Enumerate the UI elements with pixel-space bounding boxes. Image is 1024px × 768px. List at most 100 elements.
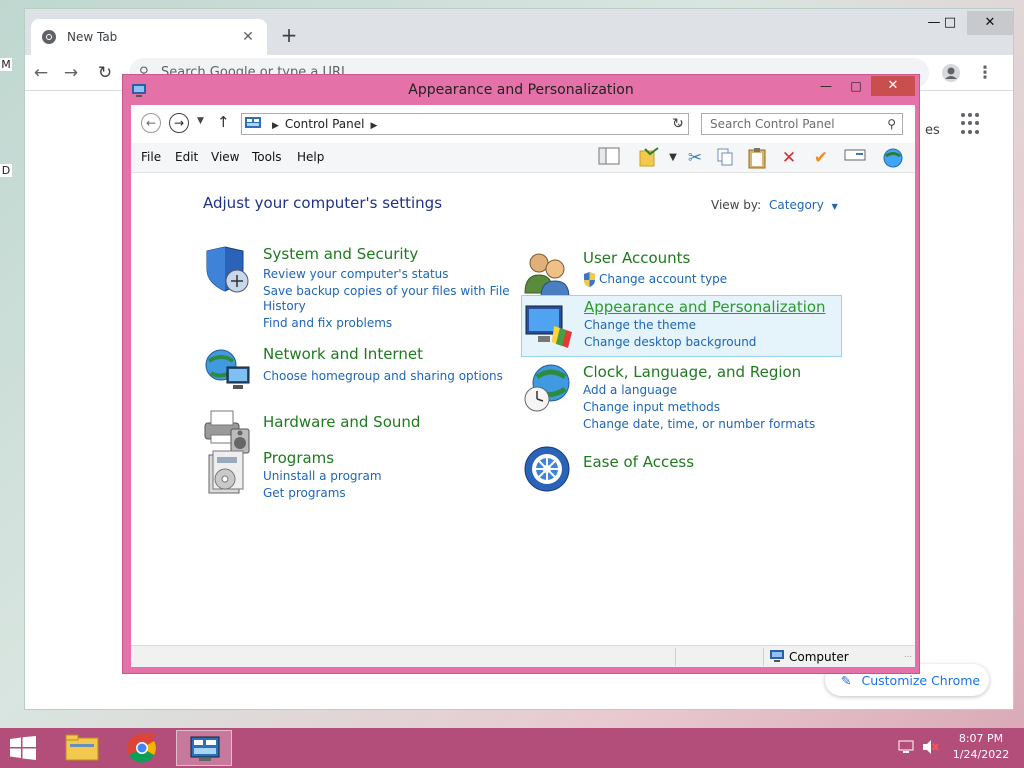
cp-maximize-icon[interactable]: □ [841,76,871,96]
network-globe-icon [205,349,250,389]
users-icon [524,253,570,298]
category-title[interactable]: Appearance and Personalization [584,298,826,316]
cut-icon[interactable]: ✂ [683,147,707,169]
chrome-tab-new-tab[interactable]: New Tab ✕ [31,19,267,55]
printer-speaker-icon [204,410,250,454]
windows-start-icon[interactable] [10,736,36,760]
menu-file[interactable]: File [141,150,161,164]
up-arrow-icon[interactable]: ↑ [217,113,230,131]
status-bar: Computer ⋯ [131,645,915,667]
taskbar-chrome[interactable] [114,730,170,766]
refresh-icon[interactable]: ↻ [667,113,689,135]
reload-icon[interactable]: ↻ [93,61,117,85]
breadcrumb-separator-icon[interactable]: ▶ [371,121,378,131]
search-control-panel-input[interactable]: Search Control Panel ⚲ [701,113,903,135]
desktop-icon-fragment: D [0,164,12,177]
link-save-backup-cont[interactable]: History [263,299,306,313]
forward-button[interactable]: → [169,113,189,133]
category-title[interactable]: Hardware and Sound [263,413,420,431]
category-title[interactable]: User Accounts [583,249,690,267]
category-title[interactable]: Network and Internet [263,345,423,363]
chrome-menu-icon[interactable]: ⋮ [973,61,997,85]
status-divider [675,648,676,666]
paste-icon[interactable] [745,147,769,169]
view-by-dropdown[interactable]: Category ▼ [769,198,838,212]
window-title: Appearance and Personalization [408,82,634,98]
taskbar-control-panel[interactable] [176,730,232,766]
link-save-backup[interactable]: Save backup copies of your files with Fi… [263,284,510,298]
link-change-theme[interactable]: Change the theme [584,318,696,332]
chrome-logo-icon [127,733,156,763]
globe-toolbar-icon[interactable] [881,147,905,169]
cp-close-icon[interactable]: ✕ [871,76,915,96]
clock-date: 1/24/2022 [952,748,1010,761]
back-arrow-icon[interactable]: ← [29,61,53,85]
breadcrumb-control-panel[interactable]: Control Panel [285,117,365,131]
volume-muted-icon[interactable] [920,739,940,768]
copy-icon[interactable] [713,147,737,169]
link-input-methods[interactable]: Change input methods [583,400,720,414]
delete-icon[interactable]: ✕ [777,147,801,169]
link-change-account-type[interactable]: Change account type [583,272,728,287]
computer-icon [770,650,784,662]
address-bar[interactable]: ▶ Control Panel ▶ ⌄ [241,113,689,135]
view-by-value: Category [769,198,824,212]
category-hardware-sound: Hardware and Sound [203,405,503,455]
monitor-palette-icon [525,305,572,348]
breadcrumb-separator-icon: ▶ [272,121,279,131]
dropdown-icon[interactable]: ▼ [661,147,685,169]
link-date-time-formats[interactable]: Change date, time, or number formats [583,417,815,431]
category-title[interactable]: Clock, Language, and Region [583,363,801,381]
chrome-favicon-icon [42,30,56,44]
link-find-fix[interactable]: Find and fix problems [263,316,392,330]
link-change-account-type-label: Change account type [599,272,728,286]
menu-tools[interactable]: Tools [252,150,282,164]
rename-icon[interactable] [843,147,867,169]
clock[interactable]: 8:07 PM 1/24/2022 [946,732,1016,768]
link-change-background[interactable]: Change desktop background [584,335,756,349]
resize-grip-icon[interactable]: ⋯ [904,652,912,661]
taskbar-file-explorer[interactable] [54,730,110,766]
tab-close-icon[interactable]: ✕ [239,29,257,45]
category-system-security: System and Security Review your computer… [203,245,510,335]
properties-check-icon[interactable]: ✔ [809,147,833,169]
status-divider [763,648,764,666]
back-button[interactable]: ← [141,113,161,133]
link-get-programs[interactable]: Get programs [263,486,346,500]
preview-pane-icon[interactable] [597,147,621,169]
programs-box-icon [208,450,244,494]
images-link[interactable]: es [925,123,940,138]
forward-arrow-icon[interactable]: → [59,61,83,85]
link-review-status[interactable]: Review your computer's status [263,267,449,281]
recent-locations-icon[interactable]: ▼ [197,116,204,126]
menu-edit[interactable]: Edit [175,150,198,164]
search-icon: ⚲ [887,117,896,131]
uac-shield-icon [584,272,595,287]
link-add-language[interactable]: Add a language [583,383,677,397]
dropdown-arrow-icon: ▼ [831,202,838,211]
maximize-icon[interactable]: □ [937,11,963,35]
profile-avatar-icon[interactable] [939,61,963,85]
apps-grid-icon[interactable] [961,113,983,135]
close-icon[interactable]: ✕ [967,11,1013,35]
taskbar: 8:07 PM 1/24/2022 [0,728,1024,768]
category-user-accounts: User Accounts Change account type [523,249,823,299]
view-by-label: View by: [711,198,762,212]
link-uninstall[interactable]: Uninstall a program [263,469,382,483]
category-appearance-personalization[interactable]: Appearance and Personalization Change th… [521,295,842,357]
new-tab-button[interactable]: + [277,23,301,47]
folder-options-icon[interactable] [637,147,661,169]
accessibility-icon [524,446,570,492]
category-title[interactable]: System and Security [263,245,418,263]
category-title[interactable]: Ease of Access [583,453,694,471]
network-tray-icon[interactable] [896,739,916,768]
category-clock-language-region: Clock, Language, and Region Add a langua… [523,363,823,433]
menu-help[interactable]: Help [297,150,324,164]
navigation-bar: ← → ▼ ↑ ▶ Control Panel ▶ ⌄ ↻ Search Contr… [131,105,915,143]
category-programs: Programs Uninstall a program Get program… [203,449,503,503]
menu-view[interactable]: View [211,150,239,164]
control-panel-body: ← → ▼ ↑ ▶ Control Panel ▶ ⌄ ↻ Search Contr… [131,105,915,667]
link-homegroup[interactable]: Choose homegroup and sharing options [263,369,503,383]
cp-minimize-icon[interactable]: — [811,76,841,96]
category-title[interactable]: Programs [263,449,334,467]
